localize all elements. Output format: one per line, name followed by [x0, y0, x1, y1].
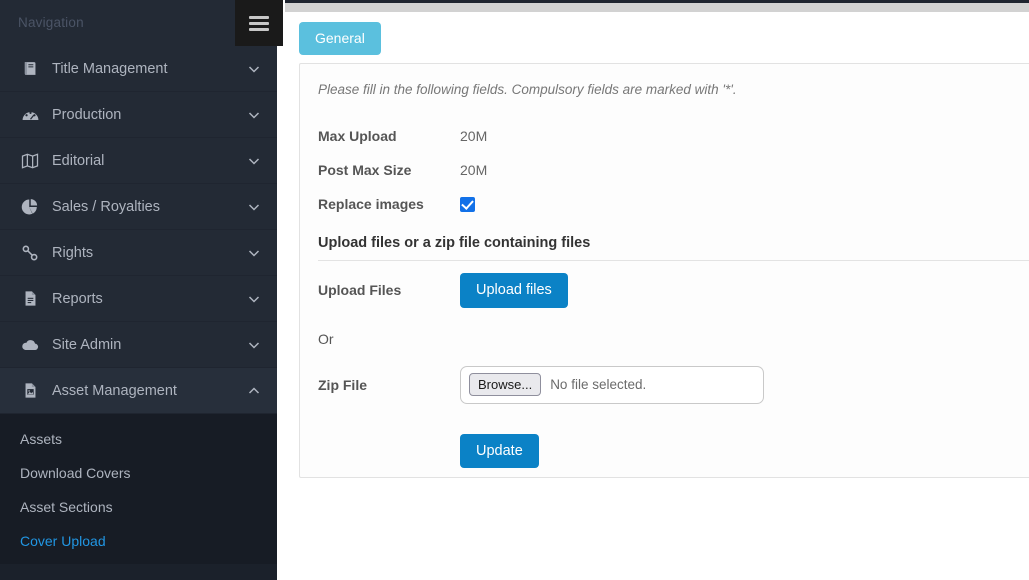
form-hint: Please fill in the following fields. Com…: [318, 82, 737, 97]
field-row-zip-file: Zip File Browse... No file selected.: [300, 365, 1029, 404]
chevron-down-icon: [247, 108, 261, 122]
sidebar-item-reports[interactable]: Reports: [0, 276, 277, 322]
max-upload-label: Max Upload: [318, 128, 397, 144]
sidebar: Navigation Title Management Production E…: [0, 0, 277, 580]
chevron-down-icon: [247, 292, 261, 306]
main-content: General Please fill in the following fie…: [285, 0, 1029, 580]
selected-file-name: No file selected.: [550, 377, 647, 392]
zip-file-input[interactable]: Browse... No file selected.: [460, 365, 764, 404]
form-panel: Please fill in the following fields. Com…: [299, 63, 1029, 478]
submenu-item-asset-sections[interactable]: Asset Sections: [0, 490, 277, 524]
replace-images-label: Replace images: [318, 196, 424, 212]
field-row-update: Update: [300, 433, 1029, 468]
sidebar-item-label: Reports: [52, 290, 103, 307]
field-row-max-upload: Max Upload 20M: [300, 119, 1029, 153]
sidebar-item-asset-management[interactable]: Asset Management: [0, 368, 277, 414]
top-gray-strip: [285, 3, 1029, 12]
or-label: Or: [318, 330, 334, 347]
sidebar-scroll-area: Navigation Title Management Production E…: [0, 0, 277, 568]
chevron-down-icon: [247, 62, 261, 76]
submenu-item-download-covers[interactable]: Download Covers: [0, 456, 277, 490]
cloud-icon: [18, 334, 42, 356]
sidebar-item-label: Production: [52, 106, 122, 123]
sidebar-item-rights[interactable]: Rights: [0, 230, 277, 276]
upload-files-label: Upload Files: [318, 282, 402, 299]
browse-button[interactable]: Browse...: [469, 372, 542, 397]
sidebar-item-label: Title Management: [52, 60, 168, 77]
pie-chart-icon: [18, 196, 42, 218]
link-chain-icon: [18, 242, 42, 264]
sidebar-item-label: Asset Management: [52, 382, 177, 399]
submenu-item-assets[interactable]: Assets: [0, 422, 277, 456]
sidebar-item-editorial[interactable]: Editorial: [0, 138, 277, 184]
chevron-down-icon: [247, 200, 261, 214]
menu-toggle-button[interactable]: [235, 0, 283, 46]
replace-images-checkbox[interactable]: [460, 196, 475, 212]
file-image-icon: [18, 380, 42, 402]
app-root: Navigation Title Management Production E…: [0, 0, 1029, 580]
map-icon: [18, 150, 42, 172]
file-text-icon: [18, 288, 42, 310]
tab-general[interactable]: General: [299, 22, 381, 55]
sidebar-item-label: Rights: [52, 244, 94, 261]
update-button[interactable]: Update: [460, 433, 539, 468]
sidebar-footer-bar: [0, 564, 277, 580]
upload-section-heading: Upload files or a zip file containing fi…: [318, 235, 1029, 261]
sidebar-item-sales-royalties[interactable]: Sales / Royalties: [0, 184, 277, 230]
field-row-or: Or: [300, 322, 1029, 356]
chevron-down-icon: [247, 246, 261, 260]
field-row-upload-files: Upload Files Upload files: [300, 273, 1029, 308]
chevron-down-icon: [247, 338, 261, 352]
submenu-item-cover-upload[interactable]: Cover Upload: [0, 524, 277, 558]
gauge-icon: [18, 104, 42, 126]
field-row-replace-images: Replace images: [300, 187, 1029, 221]
sidebar-item-site-admin[interactable]: Site Admin: [0, 322, 277, 368]
post-max-size-label: Post Max Size: [318, 162, 412, 178]
field-row-post-max-size: Post Max Size 20M: [300, 153, 1029, 187]
max-upload-value: 20M: [460, 128, 488, 144]
sidebar-item-title-management[interactable]: Title Management: [0, 46, 277, 92]
tab-bar: General: [285, 12, 1029, 55]
chevron-down-icon: [247, 154, 261, 168]
sidebar-item-label: Editorial: [52, 152, 105, 169]
chevron-up-icon: [247, 384, 261, 398]
sidebar-item-production[interactable]: Production: [0, 92, 277, 138]
sidebar-item-label: Sales / Royalties: [52, 198, 160, 215]
sidebar-item-label: Site Admin: [52, 336, 122, 353]
book-icon: [18, 58, 42, 80]
upload-files-button[interactable]: Upload files: [460, 273, 568, 308]
submenu-asset-management: Assets Download Covers Asset Sections Co…: [0, 414, 277, 568]
post-max-size-value: 20M: [460, 162, 488, 178]
hamburger-icon: [249, 13, 269, 34]
zip-file-label: Zip File: [318, 376, 367, 393]
